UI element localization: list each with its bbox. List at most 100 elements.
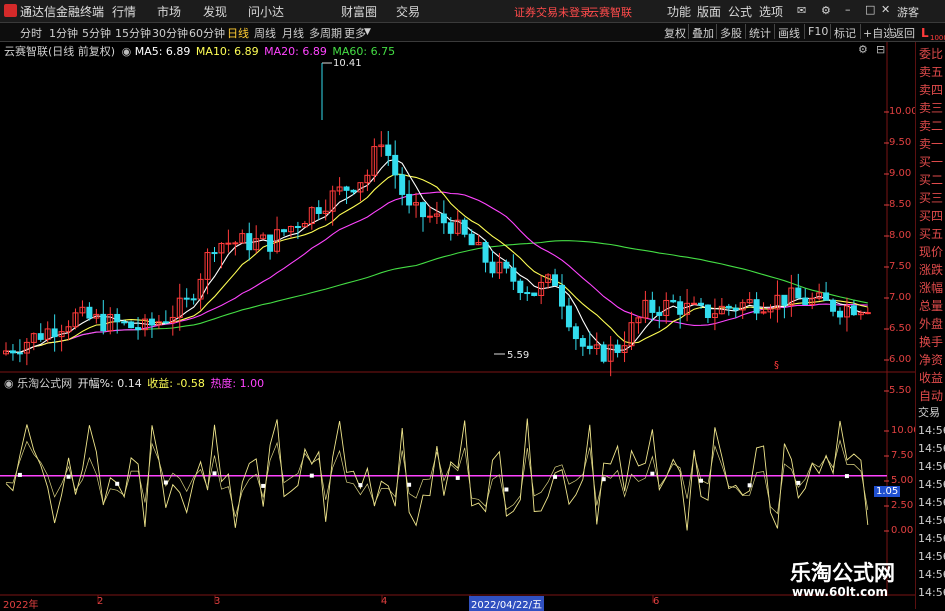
signal-dot bbox=[455, 475, 460, 480]
panel-trade[interactable]: 交易 bbox=[918, 404, 940, 420]
candle-body bbox=[725, 305, 732, 309]
candle-body bbox=[121, 321, 128, 324]
candle-body bbox=[16, 352, 23, 355]
candle-body bbox=[37, 333, 44, 340]
candle-body bbox=[420, 202, 426, 218]
candle-body bbox=[691, 302, 698, 305]
candle-body bbox=[426, 215, 433, 218]
candle-body bbox=[830, 299, 837, 312]
tick-time: 14:56 bbox=[918, 424, 945, 437]
candle-body bbox=[579, 338, 586, 347]
candle-body bbox=[246, 233, 253, 251]
y-tick-label: 8.50 bbox=[889, 199, 912, 210]
panel-sell2: 卖二 bbox=[919, 119, 944, 133]
signal-dot bbox=[66, 474, 71, 479]
candle-body bbox=[294, 226, 301, 229]
panel-buy2: 买二 bbox=[919, 173, 944, 187]
signal-dot bbox=[212, 471, 217, 476]
signal-dot bbox=[309, 473, 314, 478]
watermark-title: 乐淘公式网 bbox=[790, 561, 895, 585]
signal-dot bbox=[358, 483, 363, 488]
panel-outer: 外盘 bbox=[919, 317, 944, 331]
ma5-line bbox=[5, 158, 868, 353]
candle-body bbox=[162, 321, 169, 324]
candle-body bbox=[823, 292, 830, 301]
y-tick-label: 10.00 bbox=[889, 106, 918, 117]
chart-canvas[interactable] bbox=[0, 0, 945, 609]
y-tick-label: 8.00 bbox=[889, 230, 912, 241]
panel-sell4: 卖四 bbox=[919, 83, 944, 97]
ma60-line bbox=[5, 240, 868, 353]
candle-body bbox=[440, 213, 447, 224]
signal-dot bbox=[115, 481, 120, 486]
watermark-url: www.60lt.com bbox=[792, 585, 889, 599]
shouyi-line bbox=[5, 439, 869, 517]
candle-body bbox=[267, 234, 274, 252]
candle-body bbox=[795, 287, 802, 299]
candle-body bbox=[704, 304, 711, 319]
signal-dot bbox=[650, 471, 655, 476]
indicator-lines bbox=[0, 418, 887, 531]
candle-body bbox=[510, 267, 517, 282]
panel-price: 现价 bbox=[919, 245, 944, 259]
panel-buy4: 买四 bbox=[919, 209, 944, 223]
candle-body bbox=[565, 305, 572, 328]
candle-body bbox=[586, 345, 593, 350]
panel-buy3: 买三 bbox=[919, 191, 944, 205]
candle-body bbox=[552, 274, 559, 286]
ma10-line bbox=[5, 173, 868, 353]
y-tick-label: 9.50 bbox=[889, 137, 912, 148]
kaifu-line bbox=[5, 418, 869, 531]
ma60-path bbox=[5, 240, 868, 353]
candle-body bbox=[447, 222, 454, 234]
x-tick-label: 2 bbox=[97, 596, 104, 607]
candle-body bbox=[86, 306, 93, 319]
candle-body bbox=[468, 233, 475, 246]
y-tick-label: 7.50 bbox=[889, 261, 912, 272]
candle-body bbox=[183, 297, 190, 300]
candle-body bbox=[211, 252, 218, 255]
signal-dot bbox=[553, 474, 558, 479]
candle-body bbox=[837, 310, 843, 318]
candle-body bbox=[190, 298, 197, 301]
ma10-path bbox=[5, 173, 868, 353]
candle-body bbox=[148, 318, 155, 326]
candle-body bbox=[281, 229, 287, 233]
candle-body bbox=[406, 193, 413, 206]
y-tick-label: 9.00 bbox=[889, 168, 912, 179]
ma5-path bbox=[5, 158, 868, 353]
tick-time: 14:56 bbox=[918, 514, 945, 527]
event-marker-icon[interactable]: § bbox=[774, 360, 779, 371]
candle-body bbox=[489, 261, 496, 274]
candle-body bbox=[399, 174, 406, 195]
tick-time: 14:56 bbox=[918, 586, 945, 599]
signal-dot bbox=[261, 483, 266, 488]
x-tick-label: 3 bbox=[214, 596, 221, 607]
panel-auto[interactable]: 自动 bbox=[919, 387, 943, 404]
tick-time: 14:56 bbox=[918, 496, 945, 509]
candle-body bbox=[781, 294, 788, 306]
candle-body bbox=[135, 327, 142, 331]
y-tick-label: 6.00 bbox=[889, 354, 912, 365]
panel-change-pct: 涨幅 bbox=[919, 281, 944, 295]
candle-body bbox=[114, 313, 121, 323]
candle-body bbox=[559, 284, 565, 307]
y-tick-label: 7.00 bbox=[889, 292, 912, 303]
candle-body bbox=[503, 261, 510, 269]
x-tick-label: 6 bbox=[653, 596, 660, 607]
panel-weibi: 委比 bbox=[919, 47, 944, 61]
ind-y-tick-label: 0.00 bbox=[891, 525, 914, 536]
signal-dot bbox=[844, 474, 849, 479]
ind-y-tick-label: 5.00 bbox=[891, 475, 914, 486]
panel-turnover: 换手 bbox=[919, 335, 944, 349]
candle-body bbox=[753, 299, 760, 314]
candle-body bbox=[614, 344, 621, 353]
signal-dot bbox=[699, 478, 703, 483]
panel-sell3: 卖三 bbox=[919, 101, 944, 115]
signal-dot bbox=[747, 483, 752, 488]
candle-body bbox=[670, 299, 677, 303]
candle-body bbox=[482, 242, 489, 263]
signal-dot bbox=[163, 480, 168, 485]
candle-body bbox=[128, 321, 135, 329]
candle-body bbox=[572, 326, 579, 340]
